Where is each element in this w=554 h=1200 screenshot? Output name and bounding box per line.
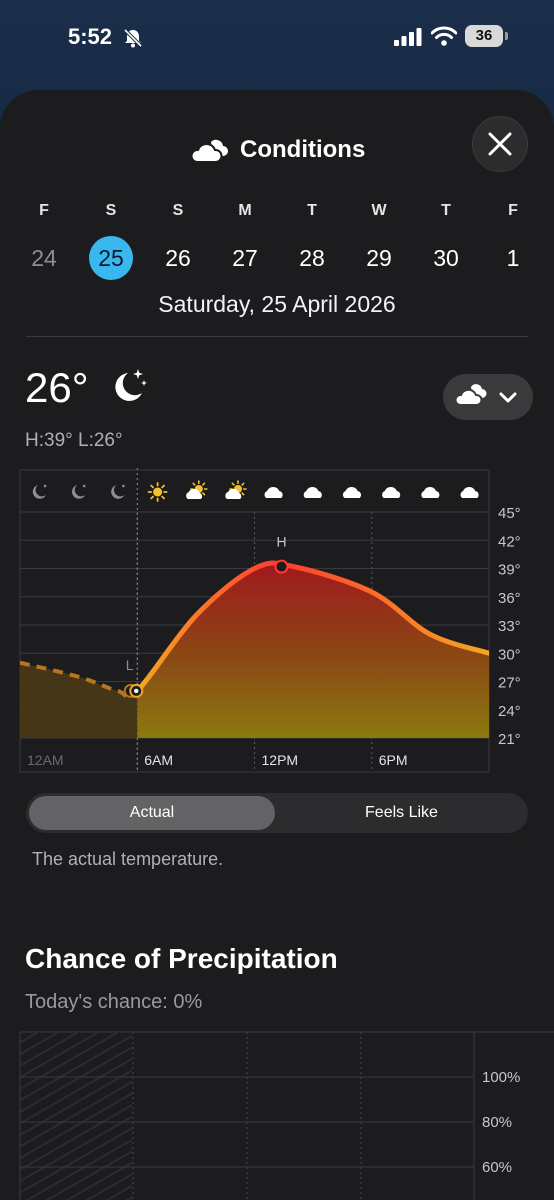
- y-tick-label: 42°: [498, 533, 521, 550]
- y-tick-label: 24°: [498, 703, 521, 720]
- selected-date: Saturday, 25 April 2026: [158, 291, 396, 317]
- conditions-sheet: Conditions F 24 S 25 S 26 M 27 T 28 W 29 T 30 F 1 Satur…: [0, 90, 554, 1200]
- day-number: 24: [31, 245, 57, 271]
- precipitation-subtitle: Today's chance: 0%: [25, 991, 203, 1013]
- day-item-5[interactable]: W 29: [354, 202, 404, 280]
- day-letter: S: [172, 202, 184, 219]
- day-number-selected: 25: [89, 236, 133, 280]
- day-number: 30: [433, 245, 459, 271]
- day-item-1[interactable]: S 25: [86, 202, 136, 280]
- y-tick-label: 33°: [498, 618, 521, 635]
- precipitation-title: Chance of Precipitation: [25, 943, 338, 974]
- temperature-mode-segmented-control: Actual Feels Like: [26, 793, 528, 833]
- day-number: 1: [506, 245, 520, 271]
- day-number: 28: [299, 245, 325, 271]
- status-time: 5:52: [68, 24, 113, 49]
- day-item-4[interactable]: T 28: [287, 202, 337, 280]
- y-tick-label: 21°: [498, 731, 521, 748]
- sheet-header: Conditions: [0, 130, 554, 170]
- cloud-icon: [264, 487, 283, 498]
- y-tick-label: 45°: [498, 505, 521, 522]
- x-tick-label: 12PM: [262, 752, 299, 768]
- cloud-icon: [382, 487, 401, 498]
- current-temperature: 26°: [25, 364, 89, 411]
- current-time-dot: [134, 688, 139, 694]
- day-letter: T: [307, 202, 317, 219]
- precip-y-tick-label: 80%: [482, 1114, 512, 1131]
- day-letter: T: [441, 202, 451, 219]
- day-number: 26: [165, 245, 191, 271]
- segment-feels-like[interactable]: Feels Like: [278, 796, 525, 830]
- day-letter: F: [508, 202, 518, 219]
- condition-picker-button[interactable]: [443, 374, 533, 420]
- battery-indicator: 36: [465, 25, 503, 47]
- day-item-2[interactable]: S 26: [153, 202, 203, 280]
- sun-cloud-icon: [225, 480, 247, 499]
- precip-y-tick-label: 100%: [482, 1069, 520, 1086]
- cloud-icon: [342, 487, 362, 498]
- day-number: 29: [366, 245, 392, 271]
- high-marker: [274, 559, 289, 574]
- day-item-7[interactable]: F1: [488, 202, 538, 280]
- low-label: L: [126, 657, 134, 673]
- sun-cloud-icon: [186, 480, 208, 499]
- temperature-chart: 45° 42° 39° 36° 33° 30° 27° 24° 21° 12AM 6AM 12PM 6P…: [19, 468, 521, 773]
- y-tick-label: 30°: [498, 646, 521, 663]
- close-icon: [488, 132, 512, 156]
- precipitation-chart: 100% 80% 60%: [19, 1031, 554, 1200]
- y-tick-label: 27°: [498, 675, 521, 692]
- cloud-icon: [421, 487, 440, 498]
- segment-actual[interactable]: Actual: [29, 796, 275, 830]
- x-tick-label: 12AM: [27, 752, 64, 768]
- high-low-temps: H:39° L:26°: [25, 430, 123, 451]
- day-letter: W: [371, 202, 387, 219]
- y-tick-label: 39°: [498, 562, 521, 579]
- day-letter: M: [238, 202, 252, 219]
- cloud-icon: [460, 487, 479, 498]
- divider: [26, 336, 528, 337]
- moon-stars-icon: [108, 365, 150, 412]
- moon-icon: [71, 484, 86, 499]
- day-item-6[interactable]: T 30: [421, 202, 471, 280]
- x-tick-label: 6PM: [379, 752, 408, 768]
- close-button[interactable]: [472, 116, 528, 172]
- y-tick-label: 36°: [498, 590, 521, 607]
- status-bar: 5:52 36: [0, 0, 554, 80]
- cloud-icon: [454, 384, 487, 406]
- battery-tip: [505, 32, 508, 40]
- day-item-0[interactable]: F 24: [19, 202, 69, 280]
- day-letter: F: [39, 202, 49, 219]
- wifi-icon: [430, 26, 458, 51]
- x-tick-label: 6AM: [144, 752, 173, 768]
- day-letter: S: [105, 202, 117, 219]
- precip-y-tick-label: 60%: [482, 1159, 512, 1176]
- moon-icon: [111, 484, 125, 499]
- day-number: 27: [232, 245, 258, 271]
- past-hatch-area: [20, 1032, 132, 1200]
- day-item-3[interactable]: M 27: [220, 202, 270, 280]
- bell-slash-icon: [122, 28, 144, 53]
- cloud-icon: [189, 138, 229, 169]
- sun-icon: [147, 482, 168, 502]
- sheet-title: Conditions: [240, 136, 366, 163]
- chart-description: The actual temperature.: [32, 849, 224, 869]
- chevron-down-icon: [499, 392, 517, 403]
- high-label: H: [277, 534, 287, 550]
- cellular-signal-icon: [394, 28, 422, 51]
- cloud-icon: [303, 487, 322, 498]
- moon-icon: [32, 484, 47, 499]
